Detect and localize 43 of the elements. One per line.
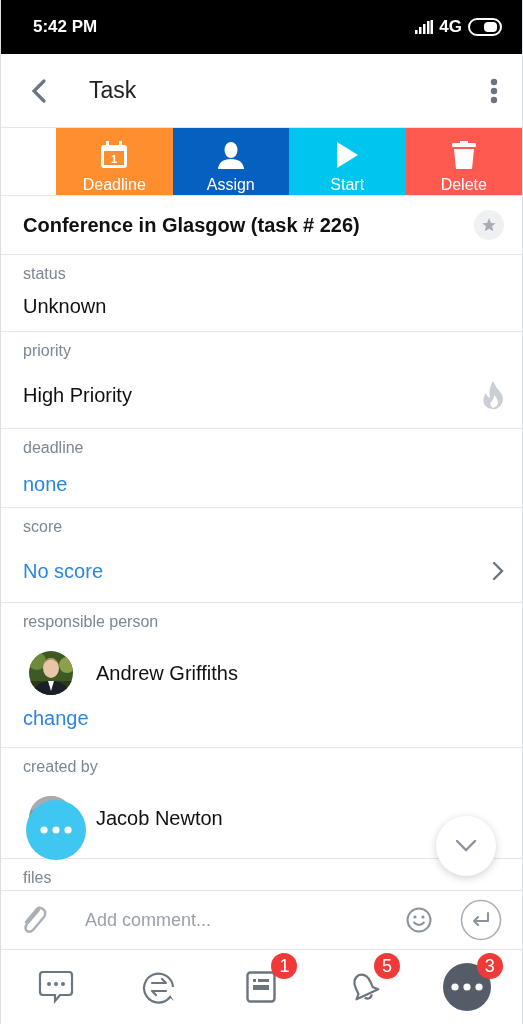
screen-title: Task [89, 77, 138, 104]
person-name: Jacob Newton [96, 806, 223, 831]
field-label: responsible person [23, 612, 159, 632]
document-icon [246, 971, 277, 1003]
count-badge: 1 [271, 953, 298, 979]
change-link[interactable]: change [23, 705, 504, 731]
field-label: score [23, 517, 63, 537]
field-label: deadline [23, 438, 84, 458]
chevron-right-icon [492, 561, 504, 581]
field-link[interactable]: No score [23, 558, 104, 584]
chat-icon [38, 970, 75, 1004]
comment-input[interactable]: Add comment... [63, 905, 392, 935]
trash-icon [451, 141, 476, 169]
count-badge: 5 [374, 953, 401, 979]
task-title: Conference in Glasgow (task # 226) [23, 213, 361, 237]
status-time: 5:42 PM [33, 17, 99, 37]
field-label: priority [23, 341, 71, 361]
more-icon [449, 983, 484, 991]
favorite-star-button[interactable] [474, 210, 504, 240]
play-icon [335, 141, 360, 169]
network-label: 4G [439, 17, 462, 37]
battery-icon [468, 18, 502, 36]
field-value: Unknown [23, 294, 108, 319]
signal-icon [415, 20, 434, 34]
person-icon [216, 141, 245, 169]
exchange-icon [141, 970, 176, 1004]
assign-action-button[interactable]: Assign [172, 128, 289, 195]
star-icon [481, 217, 497, 233]
delete-action-button[interactable]: Delete [405, 128, 522, 195]
start-action-button[interactable]: Start [289, 128, 406, 195]
count-badge: 3 [476, 953, 503, 979]
field-value: High Priority [23, 383, 132, 408]
flame-icon [482, 380, 504, 410]
deadline-action-button[interactable]: 1 Deadline [56, 128, 173, 195]
field-label: status [23, 264, 66, 284]
field-label: created by [23, 757, 98, 777]
chevron-down-icon [455, 839, 477, 853]
field-label: files [23, 868, 52, 888]
more-icon [39, 826, 73, 834]
emoji-button[interactable] [406, 907, 432, 933]
field-link[interactable]: none [23, 471, 504, 497]
person-name: Andrew Griffiths [96, 661, 238, 686]
send-button[interactable] [460, 899, 502, 941]
